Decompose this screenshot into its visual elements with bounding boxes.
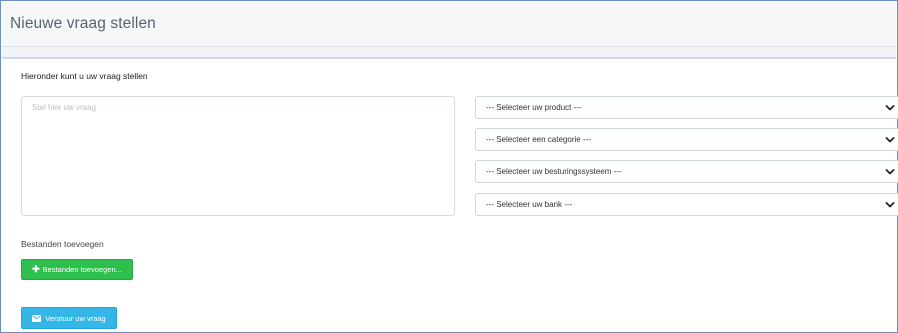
- chevron-down-icon: [885, 202, 895, 208]
- add-files-button[interactable]: ✚ Bestanden toevoegen...: [21, 259, 133, 280]
- submit-question-button[interactable]: Verstuur uw vraag: [21, 307, 117, 329]
- files-section-label: Bestanden toevoegen: [21, 239, 104, 249]
- os-select-label: --- Selecteer uw besturingssysteem ---: [486, 167, 622, 176]
- category-select-label: --- Selecteer een categorie ---: [486, 135, 591, 144]
- chevron-down-icon: [885, 169, 895, 175]
- product-select[interactable]: --- Selecteer uw product ---: [475, 96, 898, 119]
- plus-icon: ✚: [32, 264, 40, 274]
- question-textarea[interactable]: [21, 96, 455, 216]
- chevron-down-icon: [885, 137, 895, 143]
- bank-select-label: --- Selecteer uw bank ---: [486, 200, 573, 209]
- bank-select[interactable]: --- Selecteer uw bank ---: [475, 193, 898, 216]
- category-select[interactable]: --- Selecteer een categorie ---: [475, 128, 898, 151]
- os-select[interactable]: --- Selecteer uw besturingssysteem ---: [475, 160, 898, 183]
- envelope-icon: [32, 314, 42, 322]
- header-subbar: [2, 47, 896, 59]
- chevron-down-icon: [885, 105, 895, 111]
- submit-question-button-label: Verstuur uw vraag: [45, 313, 106, 323]
- page-frame: Nieuwe vraag stellen Hieronder kunt u uw…: [0, 0, 898, 333]
- product-select-label: --- Selecteer uw product ---: [486, 103, 582, 112]
- add-files-button-label: Bestanden toevoegen...: [42, 265, 122, 274]
- form-intro: Hieronder kunt u uw vraag stellen: [21, 71, 148, 81]
- page-title: Nieuwe vraag stellen: [10, 15, 156, 32]
- page-header: Nieuwe vraag stellen: [2, 2, 896, 47]
